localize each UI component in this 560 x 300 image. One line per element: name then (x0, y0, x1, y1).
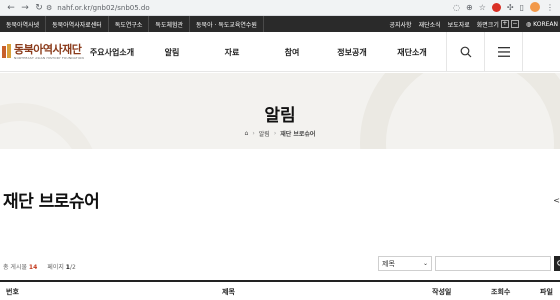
nav-item-participation[interactable]: 참여 (262, 47, 322, 58)
puzzle-icon[interactable]: ✣ (507, 3, 514, 12)
breadcrumb-current: 재단 브로슈어 (280, 131, 316, 138)
logo-mark-icon (2, 44, 12, 60)
section-title: 알림 (264, 106, 296, 126)
site-header: 동북아역사재단 NORTHEAST ASIAN HISTORY FOUNDATI… (0, 32, 560, 72)
nav-item-materials[interactable]: 자료 (202, 47, 262, 58)
zoom-label: 화면크기 (476, 21, 499, 29)
menu-icon[interactable]: ⋮ (546, 3, 554, 12)
share-icon[interactable]: < (553, 196, 560, 205)
main-nav: 주요사업소개 알림 자료 참여 정보공개 재단소개 (82, 32, 442, 72)
search-icon (556, 260, 560, 266)
column-header-number: 번호 (6, 288, 19, 296)
globe-icon: ◍ (525, 20, 532, 28)
total-count: 총 게시물 14 (3, 264, 38, 271)
browser-toolbar: ← → ↻ ⚙ nahf.or.kr/gnb02/snb05.do ◌ ⊕ ☆ … (0, 0, 560, 16)
breadcrumb-separator-icon: › (273, 130, 277, 137)
url-text: nahf.or.kr/gnb02/snb05.do (57, 4, 150, 12)
hamburger-icon (497, 47, 510, 57)
zoom-control: 화면크기 + − (477, 20, 519, 29)
breadcrumb: ⌂ › 알림 › 재단 브로슈어 (0, 129, 560, 138)
search-submit-button[interactable] (554, 256, 560, 271)
page-info: 페이지 1/2 (47, 264, 76, 271)
site-info-icon[interactable]: ⚙ (46, 4, 52, 12)
page-title: 재단 브로슈어 (3, 192, 100, 212)
chevron-down-icon: ⌄ (422, 260, 428, 267)
eye-off-icon[interactable]: ◌ (453, 3, 460, 12)
zoom-icon[interactable]: ⊕ (466, 3, 473, 12)
column-header-views: 조회수 (491, 288, 511, 296)
search-input[interactable] (435, 256, 551, 271)
nav-item-disclosure[interactable]: 정보공개 (322, 47, 382, 58)
util-link-news[interactable]: 재단소식 (419, 20, 441, 29)
profile-avatar[interactable] (530, 2, 540, 12)
site-logo[interactable]: 동북아역사재단 NORTHEAST ASIAN HISTORY FOUNDATI… (2, 44, 84, 60)
star-icon[interactable]: ☆ (479, 3, 486, 12)
util-link-press[interactable]: 보도자료 (448, 20, 470, 29)
forward-icon[interactable]: → (18, 1, 32, 15)
address-bar[interactable]: ⚙ nahf.or.kr/gnb02/snb05.do (46, 2, 446, 14)
extension-icon[interactable] (491, 2, 501, 12)
zoom-in-button[interactable]: + (500, 20, 509, 28)
nav-item-projects[interactable]: 주요사업소개 (82, 47, 142, 58)
column-header-file: 파일 (540, 288, 553, 296)
reload-icon[interactable]: ↻ (32, 1, 46, 15)
util-link-history-net[interactable]: 동북아역사넷 (0, 16, 47, 32)
search-button[interactable] (446, 32, 484, 72)
util-link-dokdo-museum[interactable]: 독도체험관 (149, 16, 191, 32)
util-link-dokdo-research[interactable]: 독도연구소 (109, 16, 150, 32)
sub-visual: 알림 ⌂ › 알림 › 재단 브로슈어 (0, 73, 560, 149)
utility-bar: 동북아역사넷 동북아역사자료센터 독도연구소 독도체험관 동북아 · 독도교육연… (0, 16, 560, 32)
logo-name: 동북아역사재단 (14, 43, 82, 56)
board-info: 총 게시물 14 페이지 1/2 (3, 262, 76, 271)
home-icon[interactable]: ⌂ (245, 130, 249, 137)
column-header-title: 제목 (222, 288, 235, 296)
language-selector[interactable]: ◍ KOREAN (526, 21, 558, 28)
sidepanel-icon[interactable]: ▯ (520, 3, 524, 12)
util-link-education[interactable]: 동북아 · 독도교육연수원 (190, 16, 264, 32)
util-link-notice[interactable]: 공지사항 (389, 20, 411, 29)
logo-english: NORTHEAST ASIAN HISTORY FOUNDATION (14, 56, 84, 60)
extra-button[interactable] (522, 32, 560, 72)
nav-item-notice[interactable]: 알림 (142, 47, 202, 58)
table-header: 번호 제목 작성일 조회수 파일 (0, 280, 560, 300)
zoom-out-button[interactable]: − (510, 20, 519, 28)
language-label: KOREAN (533, 20, 558, 28)
nav-item-about[interactable]: 재단소개 (382, 47, 442, 58)
breadcrumb-item[interactable]: 알림 (259, 129, 270, 138)
search-icon (460, 46, 471, 58)
breadcrumb-separator-icon: › (252, 130, 255, 137)
column-header-date: 작성일 (432, 288, 452, 296)
menu-button[interactable] (484, 32, 522, 72)
back-icon[interactable]: ← (4, 1, 18, 15)
search-field-select[interactable]: 제목 ⌄ (378, 256, 432, 271)
board-search: 제목 ⌄ (378, 256, 560, 271)
util-link-archive[interactable]: 동북아역사자료센터 (46, 16, 109, 32)
